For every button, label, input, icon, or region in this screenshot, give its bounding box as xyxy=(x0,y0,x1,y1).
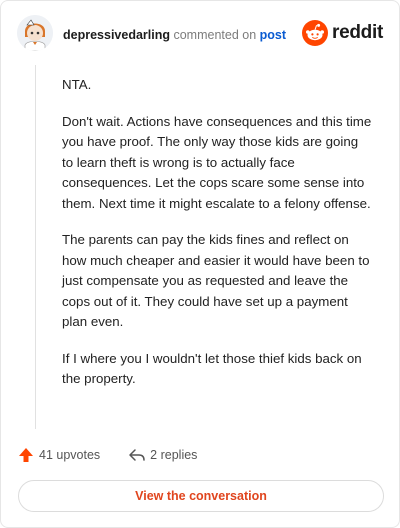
action-text: commented on xyxy=(173,28,257,42)
comment-body: NTA. Don't wait. Actions have consequenc… xyxy=(62,75,372,406)
view-conversation-button[interactable]: View the conversation xyxy=(18,480,384,512)
comment-actions: 41 upvotes 2 replies xyxy=(17,443,225,467)
username-link[interactable]: depressivedarling xyxy=(63,28,170,42)
comment-header: depressivedarling commented on post redd… xyxy=(17,15,383,55)
upvote-button[interactable]: 41 upvotes xyxy=(17,446,100,464)
comment-paragraph: NTA. xyxy=(62,77,92,92)
reddit-snoo-icon xyxy=(302,20,329,46)
comment-paragraph: If I where you I wouldn't let those thie… xyxy=(62,350,362,387)
post-link[interactable]: post xyxy=(260,28,286,42)
comment-paragraph: Don't wait. Actions have consequences an… xyxy=(62,113,372,211)
comment-card: depressivedarling commented on post redd… xyxy=(0,0,400,528)
replies-button[interactable]: 2 replies xyxy=(128,446,197,464)
thread-line xyxy=(35,65,36,429)
upvote-count: 41 upvotes xyxy=(39,448,101,462)
reddit-wordmark: reddit xyxy=(332,22,383,43)
avatar[interactable] xyxy=(17,15,53,51)
byline: depressivedarling commented on post xyxy=(63,27,286,43)
comment-paragraph: The parents can pay the kids fines and r… xyxy=(62,232,370,329)
upvote-arrow-icon xyxy=(19,448,33,462)
avatar-icon xyxy=(17,15,53,51)
reply-count: 2 replies xyxy=(150,448,198,462)
reddit-logo[interactable]: reddit xyxy=(302,19,383,47)
reply-arrow-icon xyxy=(129,449,145,461)
